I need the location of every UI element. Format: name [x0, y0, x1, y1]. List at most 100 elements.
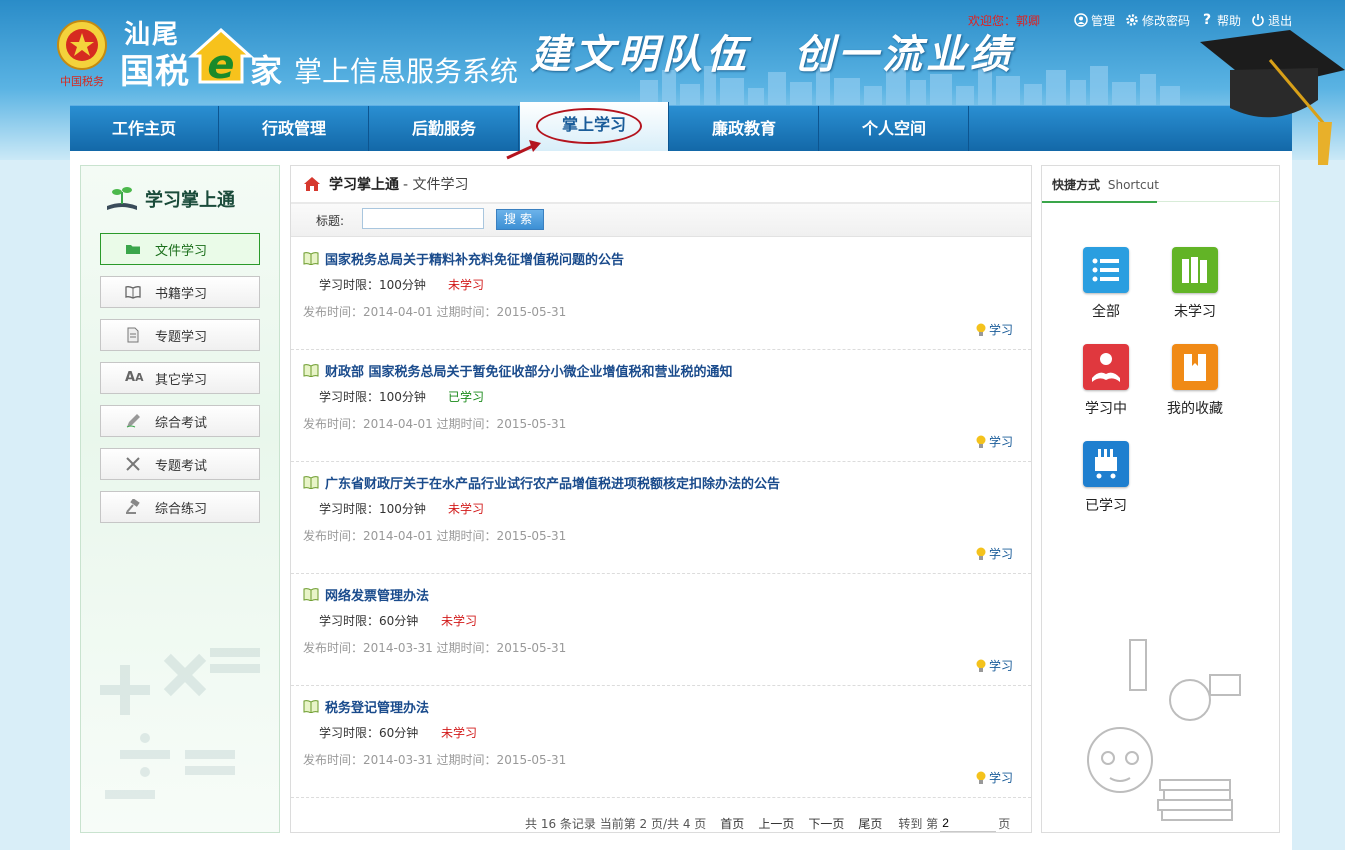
open-book-icon: [303, 700, 319, 713]
study-limit: 学习时限：60分钟: [319, 726, 419, 740]
study-limit: 学习时限：60分钟: [319, 614, 419, 628]
shortcut-not-studied[interactable]: 未学习: [1155, 247, 1235, 321]
shortcut-label: 学习中: [1085, 401, 1127, 417]
search-bar: 标题: 搜索: [291, 204, 1031, 237]
document-list-panel: 学习掌上通 - 文件学习 标题: 搜索 国家税务总局关于精料补充料免征增值税问题…: [290, 165, 1032, 833]
shortcut-all[interactable]: 全部: [1066, 247, 1146, 321]
sidebar-item-label: 专题考试: [155, 458, 208, 474]
document-title[interactable]: 广东省财政厅关于在水产品行业试行农产品增值税进项税额核定扣除办法的公告: [303, 473, 780, 492]
study-link[interactable]: 学习: [975, 769, 1013, 786]
sidebar-item-other-study[interactable]: AA 其它学习: [100, 362, 260, 394]
bookmark-icon: [1172, 344, 1218, 390]
shortcut-label: 全部: [1092, 304, 1120, 320]
logout-label: 退出: [1268, 13, 1293, 28]
study-link[interactable]: 学习: [975, 433, 1013, 450]
sidebar-item-file-study[interactable]: 文件学习: [100, 233, 260, 265]
shortcut-studied[interactable]: 已学习: [1066, 441, 1146, 515]
study-link[interactable]: 学习: [975, 321, 1013, 338]
search-label: 标题:: [316, 214, 345, 228]
document-title-text: 网络发票管理办法: [325, 589, 430, 604]
shortcut-title: 快捷方式 Shortcut: [1052, 176, 1159, 193]
main-nav: 工作主页 行政管理 后勤服务 掌上学习 廉政教育 个人空间: [70, 102, 1292, 151]
document-dates: 发布时间：2014-03-31 过期时间：2015-05-31: [303, 753, 567, 767]
svg-text:e: e: [207, 42, 234, 86]
document-title-text: 税务登记管理办法: [325, 701, 430, 716]
help-link[interactable]: ? 帮助: [1200, 12, 1241, 29]
top-links: 欢迎您：郭卿 管理 修改密码 ? 帮助 退出: [968, 10, 1302, 30]
welcome-text: 欢迎您：郭卿: [968, 13, 1041, 28]
document-title[interactable]: 网络发票管理办法: [303, 585, 429, 604]
document-title[interactable]: 税务登记管理办法: [303, 697, 429, 716]
svg-text:中国税务: 中国税务: [60, 74, 104, 88]
pager-summary: 共 16 条记录 当前第 2 页/共 4 页: [525, 816, 707, 831]
study-status: 已学习: [448, 390, 485, 404]
sidebar-item-label: 文件学习: [155, 243, 208, 259]
search-input[interactable]: [362, 208, 484, 229]
document-item: 网络发票管理办法 学习时限：60分钟 未学习 发布时间：2014-03-31 过…: [291, 573, 1031, 686]
study-status: 未学习: [441, 726, 478, 740]
reader-icon: [1083, 344, 1129, 390]
math-symbols-decoration: [100, 648, 260, 799]
nav-item-logistics[interactable]: 后勤服务: [370, 106, 519, 151]
nav-item-personal[interactable]: 个人空间: [820, 106, 969, 151]
list-icon: [1083, 247, 1129, 293]
open-book-icon: [303, 476, 319, 489]
nav-item-admin[interactable]: 行政管理: [220, 106, 369, 151]
sidebar-item-topic-exam[interactable]: 专题考试: [100, 448, 260, 480]
study-limit: 学习时限：100分钟: [319, 278, 426, 292]
open-book-icon: [303, 364, 319, 377]
system-title: 掌上信息服务系统: [294, 55, 519, 88]
study-link-label: 学习: [989, 547, 1014, 561]
pointer-arrow-icon: [506, 140, 541, 160]
pencil-icon: [126, 414, 140, 428]
header: 中国税务 汕尾 国税 e 家 掌上信息服务系统 建文明队伍 创一流业绩 欢迎您：…: [0, 0, 1345, 110]
document-title[interactable]: 国家税务总局关于精料补充料免征增值税问题的公告: [303, 249, 624, 268]
logo-jia: 家: [250, 52, 283, 90]
manage-link[interactable]: 管理: [1074, 12, 1115, 29]
lightbulb-icon: [976, 659, 986, 672]
sidebar-item-practice[interactable]: 综合练习: [100, 491, 260, 523]
page-number-input[interactable]: [940, 814, 997, 832]
home-icon[interactable]: [303, 176, 321, 192]
nav-item-integrity[interactable]: 廉政教育: [670, 106, 819, 151]
document-dates: 发布时间：2014-04-01 过期时间：2015-05-31: [303, 417, 567, 431]
document-dates: 发布时间：2014-03-31 过期时间：2015-05-31: [303, 641, 567, 655]
gear-icon: [1126, 14, 1138, 26]
change-password-link[interactable]: 修改密码: [1125, 12, 1190, 29]
pager-last[interactable]: 尾页: [858, 815, 882, 832]
sidebar-item-book-study[interactable]: 书籍学习: [100, 276, 260, 308]
sidebar-item-topic-study[interactable]: 专题学习: [100, 319, 260, 351]
document-title[interactable]: 财政部 国家税务总局关于暂免征收部分小微企业增值税和营业税的通知: [303, 361, 733, 380]
pager-goto-prefix: 转到 第: [898, 816, 939, 831]
sidebar-item-label: 专题学习: [155, 329, 208, 345]
search-button[interactable]: 搜索: [496, 209, 544, 230]
nav-item-home[interactable]: 工作主页: [70, 106, 219, 151]
study-link[interactable]: 学习: [975, 545, 1013, 562]
user-icon: [1074, 13, 1088, 27]
study-link-label: 学习: [989, 659, 1014, 673]
open-book-icon: [303, 588, 319, 601]
document-title-text: 国家税务总局关于精料补充料免征增值税问题的公告: [325, 253, 625, 268]
sprout-book-icon: [107, 187, 137, 210]
logout-link[interactable]: 退出: [1251, 12, 1292, 29]
study-link-label: 学习: [989, 435, 1014, 449]
document-icon: [127, 327, 139, 343]
study-link[interactable]: 学习: [975, 657, 1013, 674]
books-icon: [1172, 247, 1218, 293]
breadcrumb: 学习掌上通 - 文件学习: [303, 174, 469, 194]
breadcrumb-root[interactable]: 学习掌上通: [329, 174, 399, 194]
pager-first[interactable]: 首页: [720, 815, 744, 832]
pagination: 共 16 条记录 当前第 2 页/共 4 页 首页 上一页 下一页 尾页 转到 …: [525, 814, 1010, 832]
active-tab-highlight: [536, 108, 642, 144]
shortcut-label: 未学习: [1174, 304, 1216, 320]
document-title-text: 财政部 国家税务总局关于暂免征收部分小微企业增值税和营业税的通知: [325, 365, 733, 380]
pager-next[interactable]: 下一页: [808, 815, 844, 832]
sidebar-title-text: 学习掌上通: [145, 190, 235, 211]
slogan: 建文明队伍 创一流业绩: [530, 31, 1014, 78]
help-label: 帮助: [1217, 13, 1242, 28]
shortcut-studying[interactable]: 学习中: [1066, 344, 1146, 418]
shortcut-favorites[interactable]: 我的收藏: [1155, 344, 1235, 418]
pager-prev[interactable]: 上一页: [758, 815, 794, 832]
logo-brand: 国税: [120, 52, 190, 92]
sidebar-item-general-exam[interactable]: 综合考试: [100, 405, 260, 437]
